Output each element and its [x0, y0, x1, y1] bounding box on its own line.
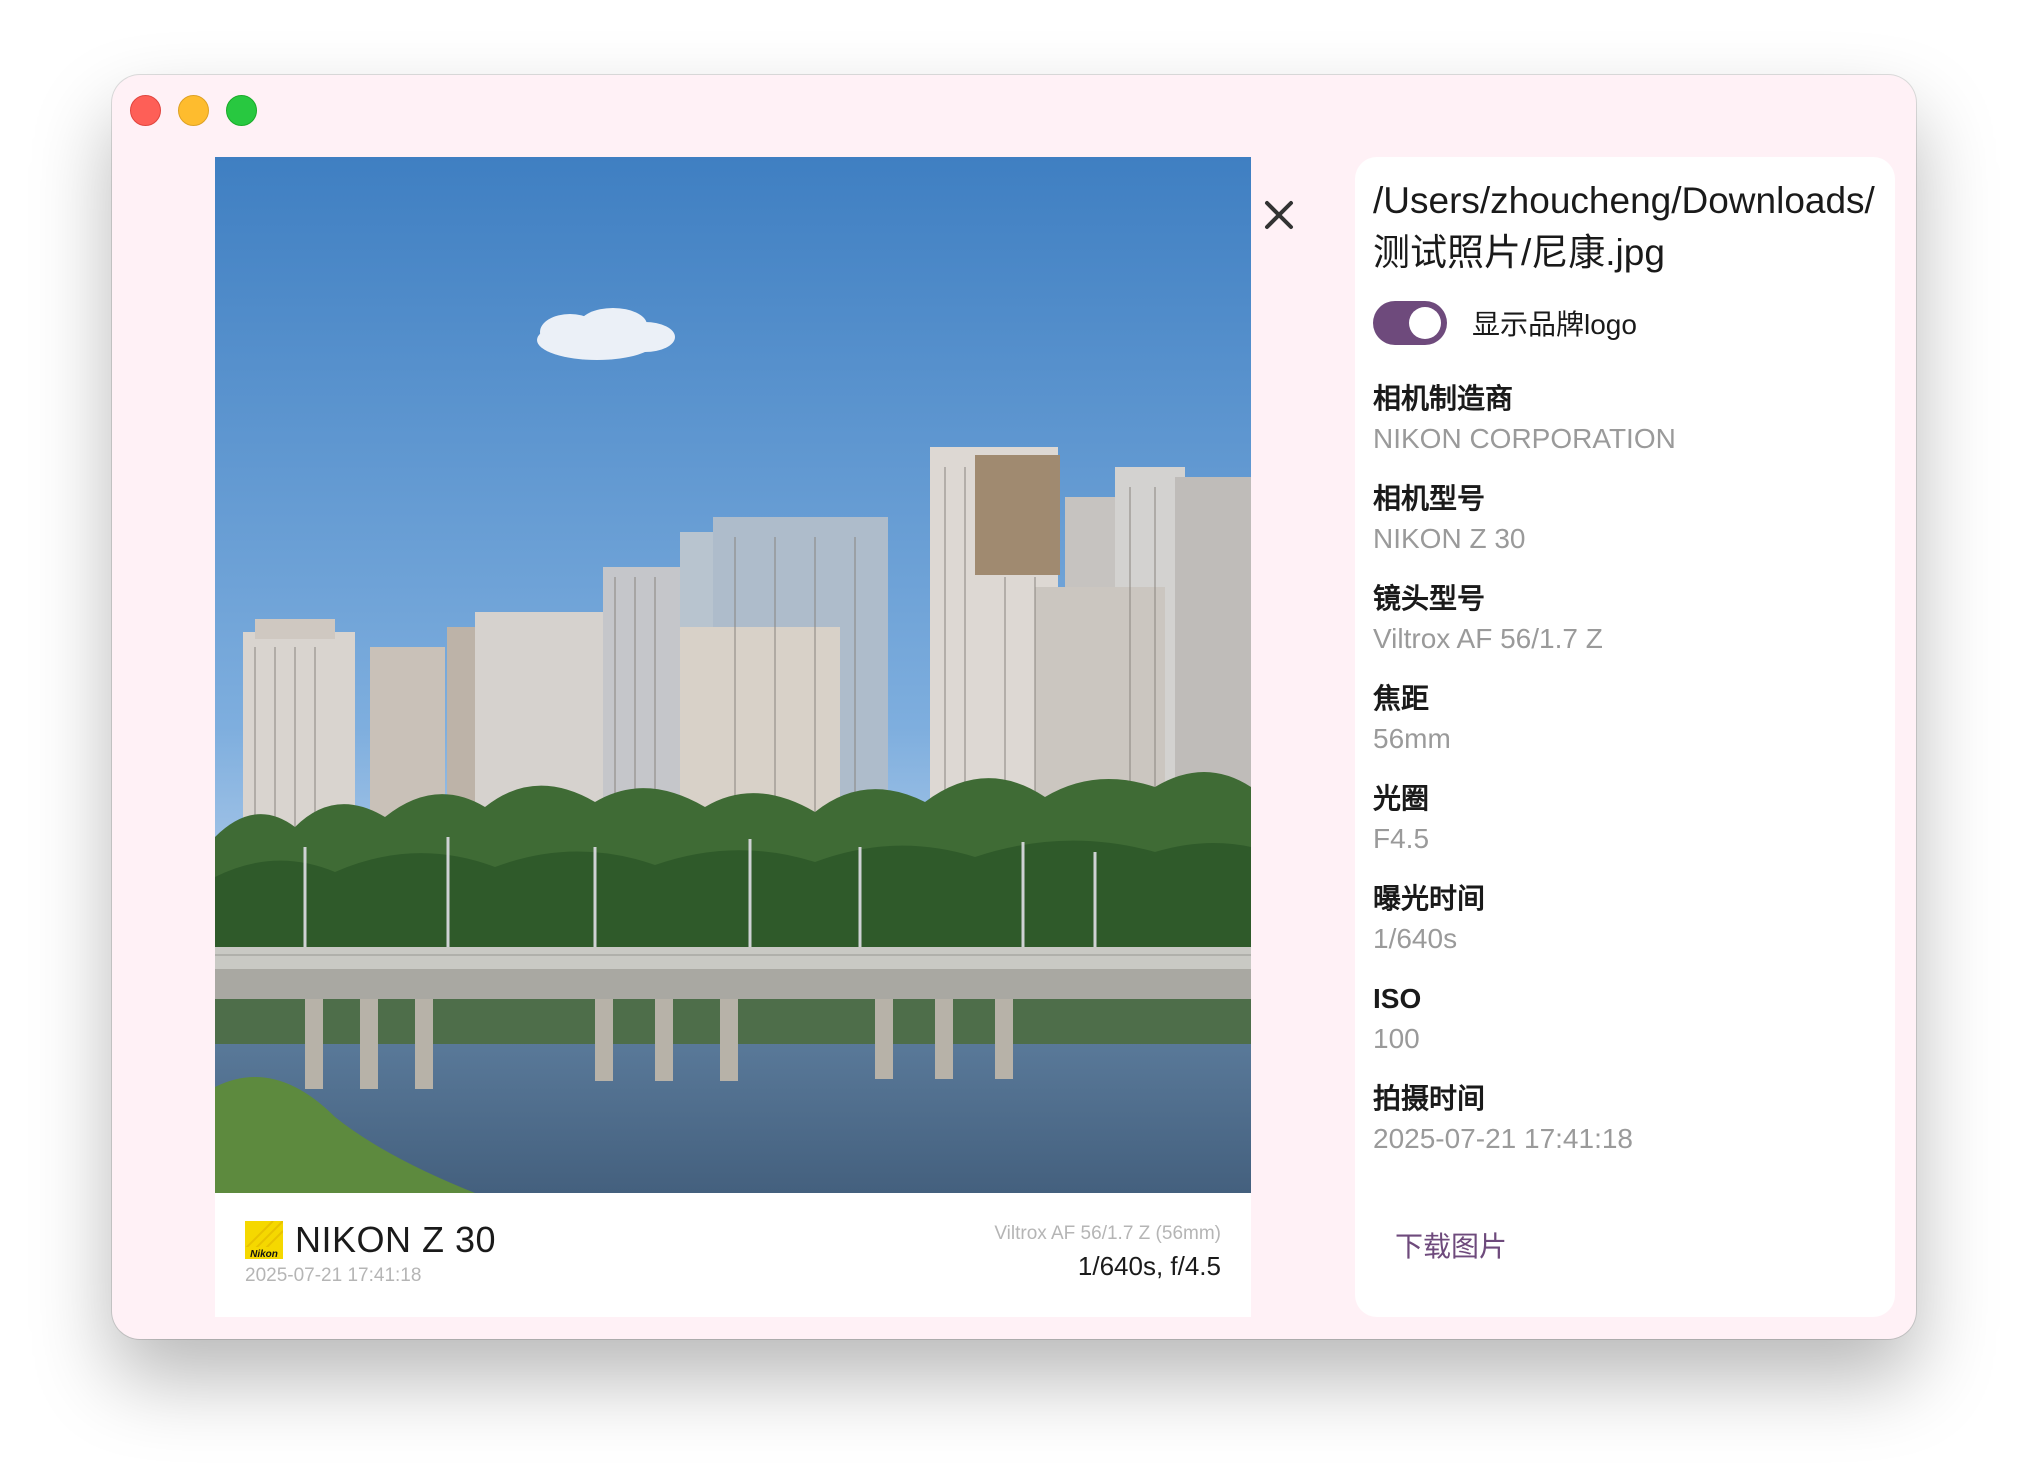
field-label: 相机制造商 [1373, 383, 1514, 414]
field-value: 2025-07-21 17:41:18 [1373, 1123, 1633, 1154]
field-iso: ISO 100 [1373, 979, 1873, 1079]
field-value: NIKON Z 30 [1373, 523, 1526, 554]
brand-logo-toggle[interactable] [1373, 301, 1447, 345]
field-focal-length: 焦距 56mm [1373, 679, 1873, 779]
info-panel: /Users/zhoucheng/Downloads/测试照片/尼康.jpg 显… [1355, 157, 1895, 1317]
window-minimize-button[interactable] [178, 95, 209, 126]
brand-logo-toggle-row: 显示品牌logo [1373, 301, 1637, 345]
svg-text:Nikon: Nikon [250, 1249, 278, 1259]
file-path: /Users/zhoucheng/Downloads/测试照片/尼康.jpg [1373, 180, 1875, 273]
exif-fields: 相机制造商 NIKON CORPORATION 相机型号 NIKON Z 30 … [1373, 379, 1873, 1179]
field-camera-model: 相机型号 NIKON Z 30 [1373, 479, 1873, 579]
field-value: 100 [1373, 1023, 1420, 1054]
field-lens-model: 镜头型号 Viltrox AF 56/1.7 Z [1373, 579, 1873, 679]
traffic-lights [130, 95, 257, 126]
photo-caption: Nikon NIKON Z 30 2025-07-21 17:41:18 Vil… [215, 1193, 1251, 1317]
field-value: 56mm [1373, 723, 1451, 754]
field-label: 焦距 [1373, 683, 1430, 714]
photo-preview [215, 157, 1251, 1193]
field-label: ISO [1373, 983, 1422, 1014]
field-value: F4.5 [1373, 823, 1430, 854]
field-camera-make: 相机制造商 NIKON CORPORATION [1373, 379, 1873, 479]
caption-model: NIKON Z 30 [295, 1219, 497, 1260]
cityscape-photo [215, 157, 1251, 1193]
caption-exposure: 1/640s, f/4.5 [1077, 1251, 1221, 1281]
field-value: Viltrox AF 56/1.7 Z [1373, 623, 1603, 654]
field-label: 镜头型号 [1373, 583, 1486, 614]
window-zoom-button[interactable] [226, 95, 257, 126]
window-close-button[interactable] [130, 95, 161, 126]
photo-card: Nikon NIKON Z 30 2025-07-21 17:41:18 Vil… [215, 157, 1251, 1317]
download-image-button[interactable]: 下载图片 [1395, 1225, 1507, 1265]
caption-lens: Viltrox AF 56/1.7 Z (56mm) [994, 1223, 1221, 1244]
field-label: 拍摄时间 [1373, 1083, 1486, 1114]
app-window: Nikon NIKON Z 30 2025-07-21 17:41:18 Vil… [112, 75, 1916, 1339]
field-label: 曝光时间 [1373, 883, 1486, 914]
field-value: NIKON CORPORATION [1373, 423, 1676, 454]
field-capture-time: 拍摄时间 2025-07-21 17:41:18 [1373, 1079, 1873, 1179]
toggle-label: 显示品牌logo [1472, 309, 1637, 340]
field-aperture: 光圈 F4.5 [1373, 779, 1873, 879]
field-exposure-time: 曝光时间 1/640s [1373, 879, 1873, 979]
nikon-logo-icon: Nikon [245, 1221, 283, 1259]
field-value: 1/640s [1373, 923, 1458, 954]
close-icon[interactable] [1261, 197, 1297, 233]
caption-datetime: 2025-07-21 17:41:18 [245, 1265, 422, 1286]
toggle-knob [1409, 307, 1441, 339]
field-label: 光圈 [1373, 783, 1430, 814]
field-label: 相机型号 [1373, 483, 1486, 514]
